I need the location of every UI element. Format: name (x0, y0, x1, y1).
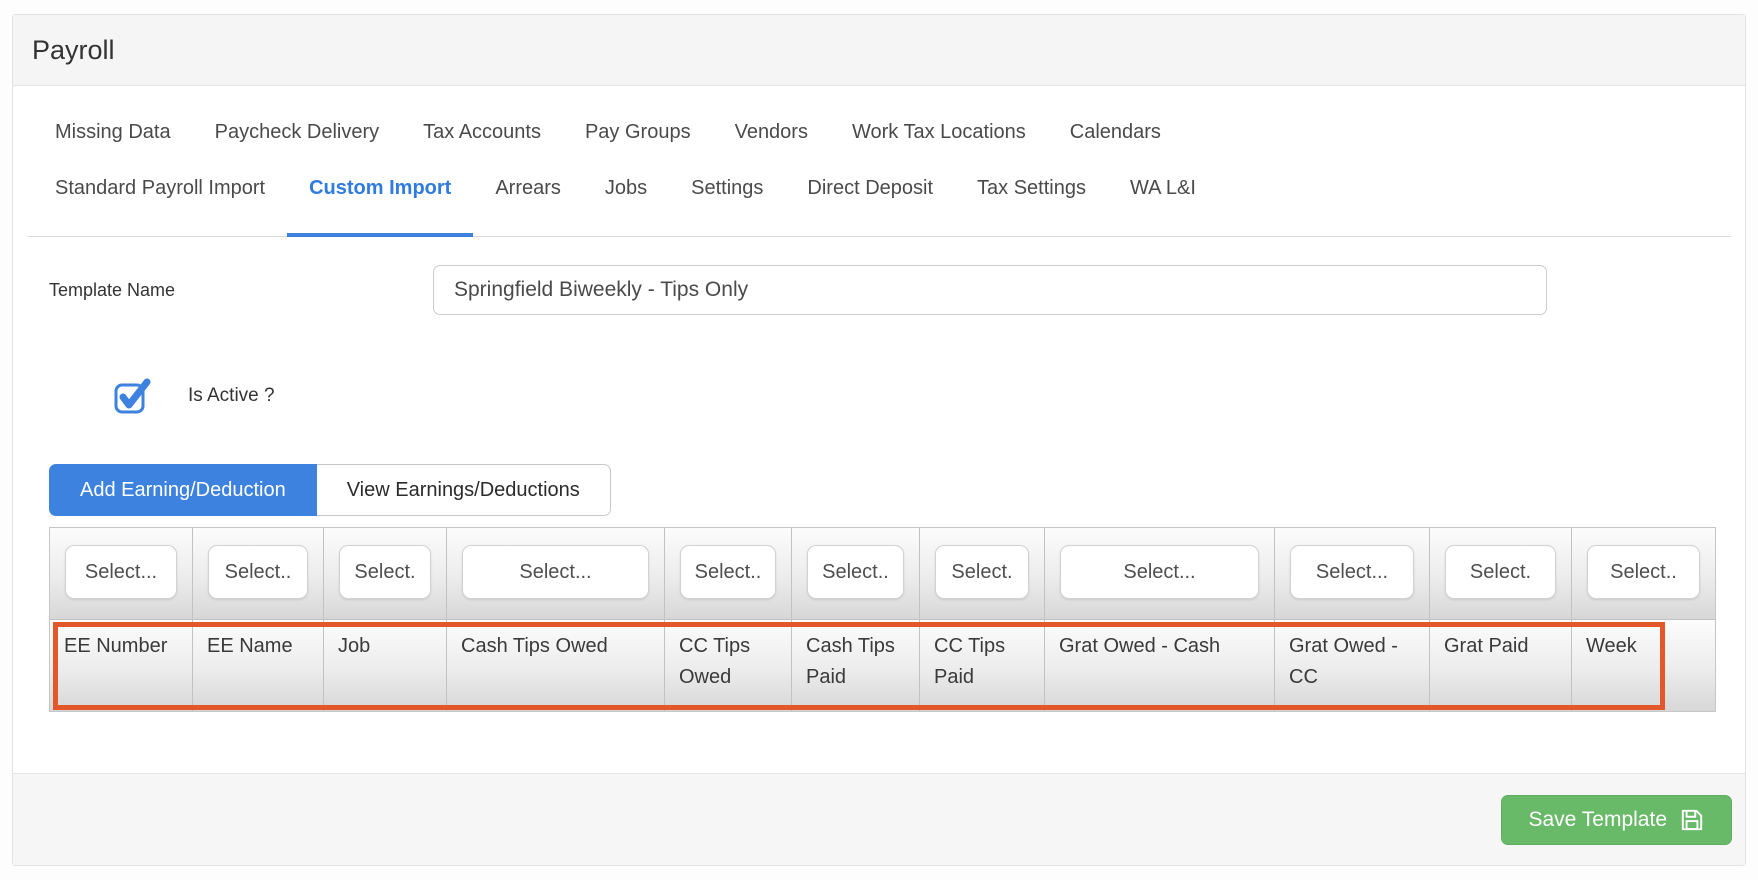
tab-row-1: Missing Data Paycheck Delivery Tax Accou… (27, 86, 1731, 144)
column-select-dropdown[interactable]: Select.. (208, 545, 308, 599)
tab-paycheck-delivery[interactable]: Paycheck Delivery (193, 120, 402, 144)
add-earning-deduction-button[interactable]: Add Earning/Deduction (49, 464, 317, 516)
tab-jobs[interactable]: Jobs (583, 176, 669, 237)
mapped-column-header: Grat Paid (1430, 620, 1572, 711)
tab-missing-data[interactable]: Missing Data (33, 120, 193, 144)
is-active-checkbox[interactable] (114, 378, 154, 414)
select-row: Select... Select.. Select. Select... Sel… (50, 528, 1715, 620)
column-select-dropdown[interactable]: Select.. (1587, 545, 1700, 599)
mapped-column-header: CC Tips Owed (665, 620, 792, 711)
tab-tax-settings[interactable]: Tax Settings (955, 176, 1108, 237)
save-template-label: Save Template (1528, 808, 1667, 832)
tab-tax-accounts[interactable]: Tax Accounts (401, 120, 563, 144)
column-select-dropdown[interactable]: Select... (65, 545, 177, 599)
column-select-dropdown[interactable]: Select... (1060, 545, 1259, 599)
mapped-column-header: Week (1572, 620, 1715, 711)
tab-arrears[interactable]: Arrears (473, 176, 583, 237)
floppy-disk-icon (1679, 807, 1705, 833)
tab-custom-import[interactable]: Custom Import (287, 176, 473, 237)
tab-settings[interactable]: Settings (669, 176, 785, 237)
is-active-row: Is Active ? (114, 378, 1745, 414)
mapped-columns-row: EE Number EE Name Job Cash Tips Owed CC … (50, 620, 1715, 711)
template-name-label: Template Name (49, 280, 433, 301)
mapped-column-header: CC Tips Paid (920, 620, 1045, 711)
template-name-input[interactable] (433, 265, 1547, 315)
column-select-dropdown[interactable]: Select... (462, 545, 649, 599)
column-mapping-table: Select... Select.. Select. Select... Sel… (49, 527, 1716, 712)
earnings-button-group: Add Earning/Deduction View Earnings/Dedu… (49, 464, 611, 516)
tab-pay-groups[interactable]: Pay Groups (563, 120, 713, 144)
save-template-button[interactable]: Save Template (1501, 795, 1732, 845)
payroll-panel: Payroll Missing Data Paycheck Delivery T… (12, 14, 1746, 866)
is-active-label: Is Active ? (188, 385, 275, 407)
tab-wa-li[interactable]: WA L&I (1108, 176, 1218, 237)
panel-footer: Save Template (13, 773, 1745, 865)
mapped-column-header: Cash Tips Owed (447, 620, 665, 711)
column-select-dropdown[interactable]: Select. (935, 545, 1029, 599)
column-select-dropdown[interactable]: Select. (339, 545, 431, 599)
view-earnings-deductions-button[interactable]: View Earnings/Deductions (317, 464, 611, 516)
mapped-column-header: Grat Owed - Cash (1045, 620, 1275, 711)
mapped-column-header: EE Name (193, 620, 324, 711)
column-select-dropdown[interactable]: Select... (1290, 545, 1414, 599)
tab-standard-payroll-import[interactable]: Standard Payroll Import (33, 176, 287, 237)
mapped-column-header: Job (324, 620, 447, 711)
tab-row-2: Standard Payroll Import Custom Import Ar… (27, 144, 1731, 236)
column-select-dropdown[interactable]: Select.. (807, 545, 904, 599)
column-select-dropdown[interactable]: Select.. (680, 545, 776, 599)
mapped-column-header: Cash Tips Paid (792, 620, 920, 711)
tab-vendors[interactable]: Vendors (713, 120, 830, 144)
mapped-column-header: Grat Owed - CC (1275, 620, 1430, 711)
template-name-row: Template Name (49, 265, 1547, 315)
mapped-column-header: EE Number (50, 620, 193, 711)
tab-calendars[interactable]: Calendars (1048, 120, 1183, 144)
tab-work-tax-locations[interactable]: Work Tax Locations (830, 120, 1048, 144)
column-select-dropdown[interactable]: Select. (1445, 545, 1556, 599)
tabs-container: Missing Data Paycheck Delivery Tax Accou… (27, 86, 1731, 237)
tab-direct-deposit[interactable]: Direct Deposit (785, 176, 955, 237)
page-title: Payroll (13, 15, 1745, 86)
